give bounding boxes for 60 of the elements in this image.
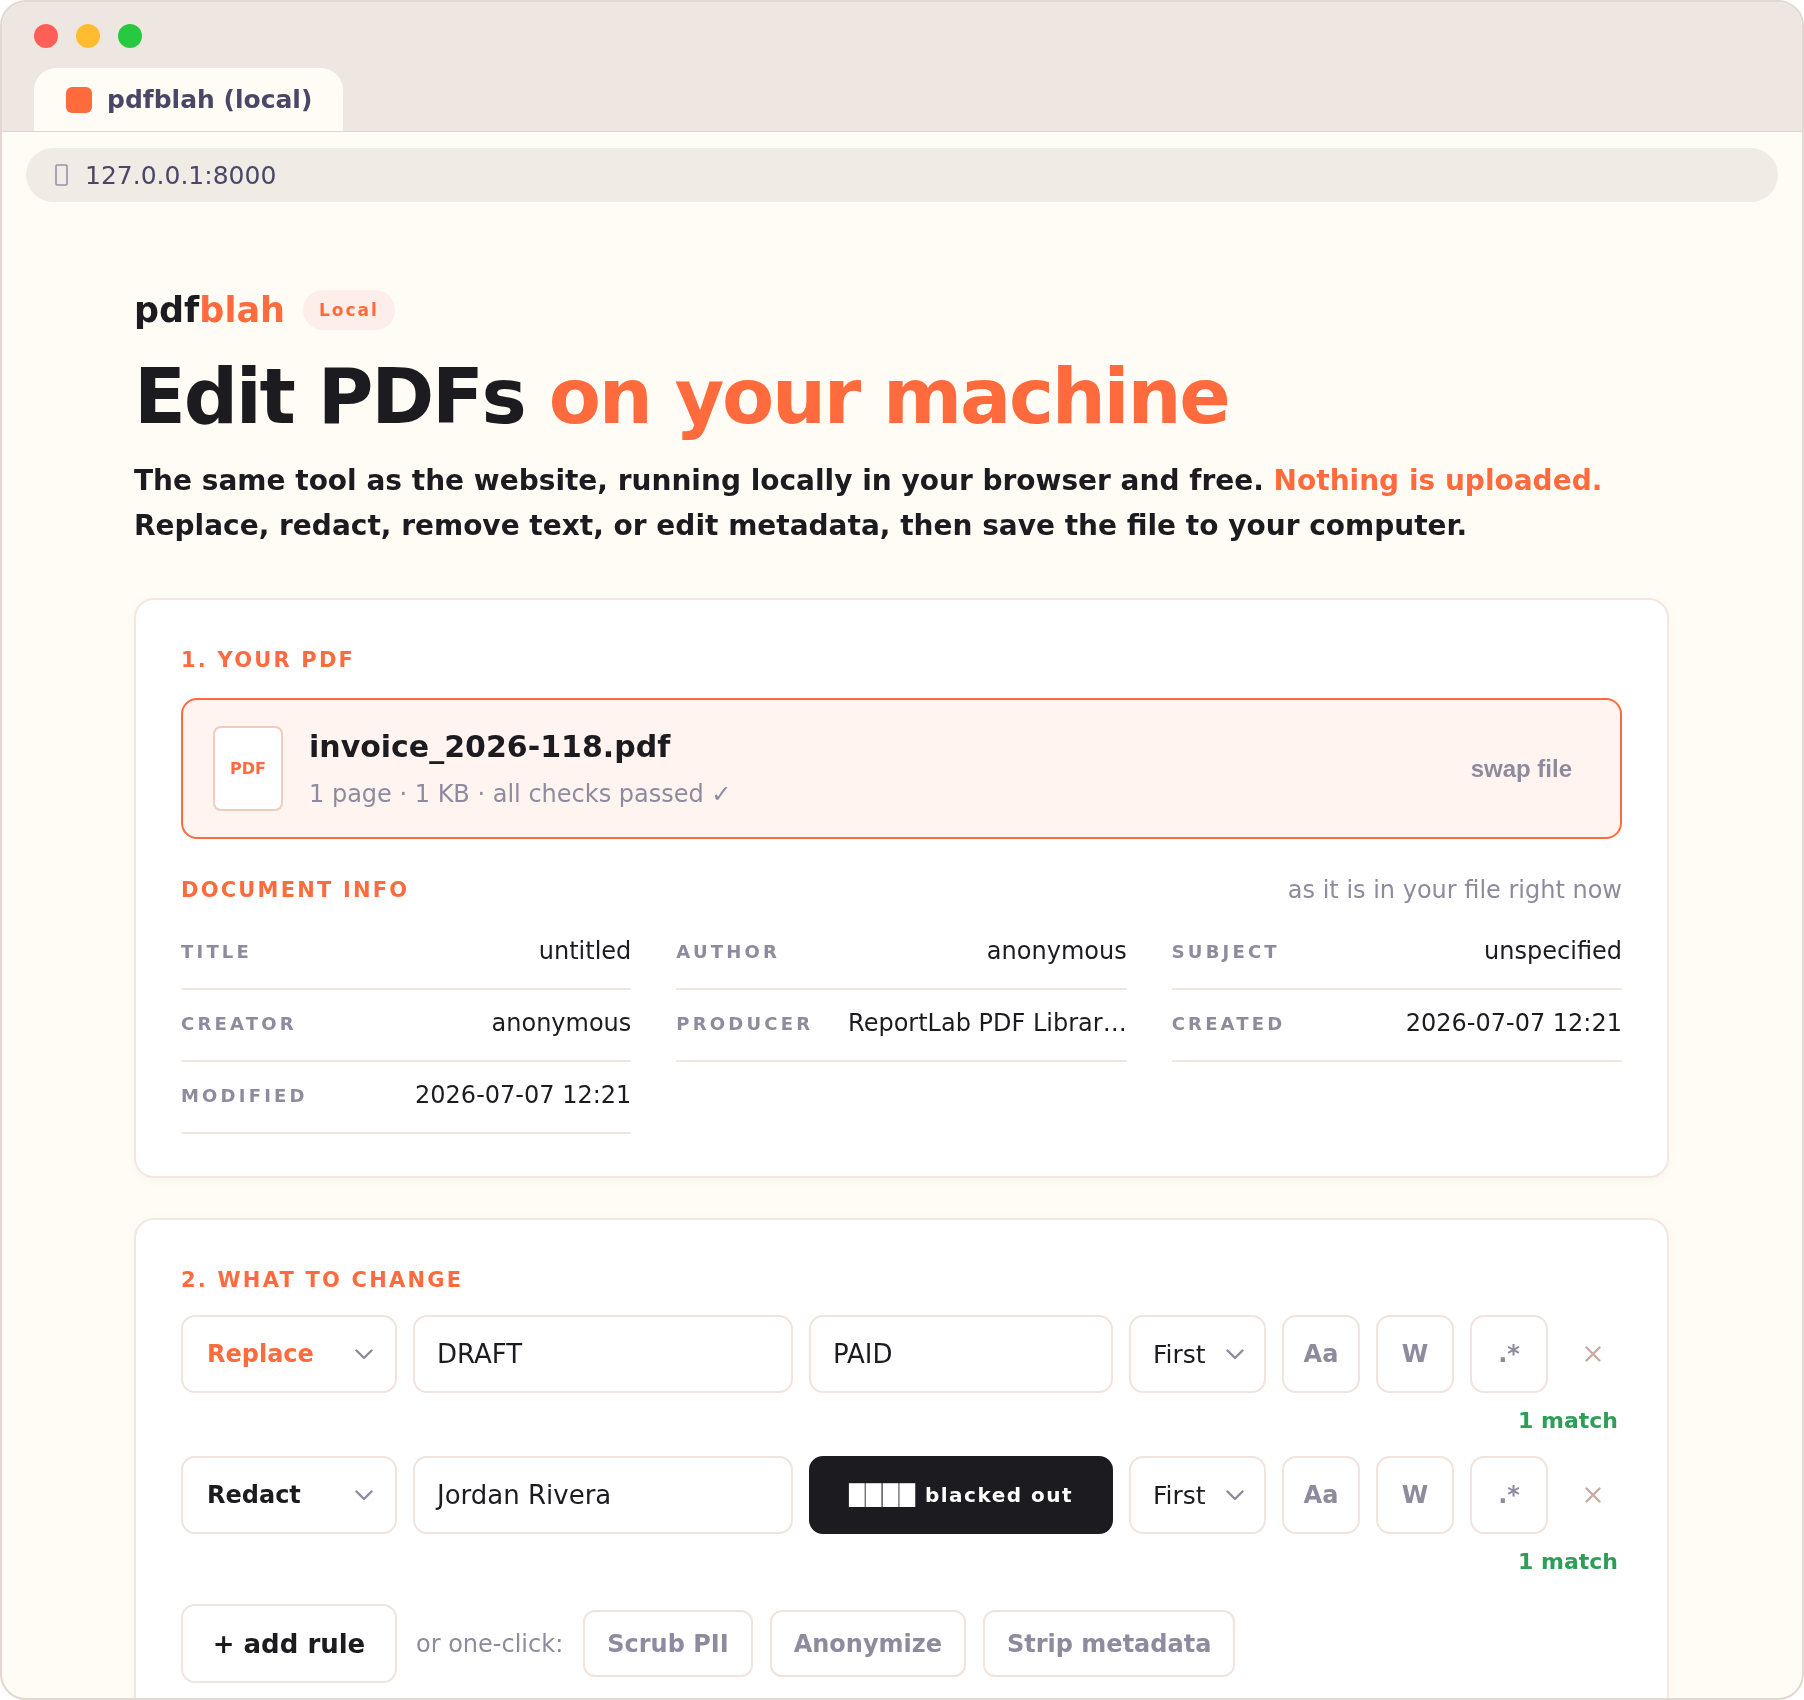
option-toggle[interactable]: W xyxy=(1376,1456,1454,1534)
section-heading: 2. WHAT TO CHANGE xyxy=(181,1267,465,1293)
section-heading: 1. YOUR PDF xyxy=(181,647,357,673)
window-zoom-button[interactable] xyxy=(118,24,142,48)
file-name: invoice_2026-118.pdf xyxy=(309,728,672,765)
find-field[interactable]: DRAFT xyxy=(413,1315,793,1393)
rectangle-icon xyxy=(55,164,68,186)
add-rule-button[interactable]: + add rule xyxy=(181,1604,397,1683)
one-click-label: or one-click: xyxy=(416,1629,564,1658)
metadata-label: AUTHOR xyxy=(676,940,781,962)
intro-paragraph: The same tool as the website, running locally in your browser and free. Nothing is uploaded. Replace, redact, remove text, or edit metadata, then save the file to your computer. xyxy=(134,463,1604,544)
action-select[interactable]: Redact xyxy=(181,1456,397,1534)
address-field[interactable]: 127.0.0.1:8000 xyxy=(26,148,1778,202)
match-count: 1 match xyxy=(1518,1549,1618,1575)
metadata-value: anonymous xyxy=(986,936,1127,966)
document-info-note: as it is in your file right now xyxy=(1287,876,1622,904)
metadata-label: CREATED xyxy=(1171,1012,1286,1034)
local-badge: Local xyxy=(302,290,395,330)
find-field[interactable]: Jordan Rivera xyxy=(413,1456,793,1534)
metadata-value: unspecified xyxy=(1484,936,1622,966)
metadata-label: SUBJECT xyxy=(1171,940,1280,962)
metadata-value: ReportLab PDF Librar… xyxy=(848,1008,1127,1038)
scope-select[interactable]: First xyxy=(1129,1456,1266,1534)
metadata-label: MODIFIED xyxy=(181,1084,308,1106)
option-toggle[interactable]: .* xyxy=(1470,1456,1548,1534)
section-heading: DOCUMENT INFO xyxy=(181,877,410,903)
metadata-label: CREATOR xyxy=(181,1012,297,1034)
replace-field[interactable]: PAID xyxy=(809,1315,1113,1393)
preset-button[interactable]: Anonymize xyxy=(769,1610,966,1677)
preset-button[interactable]: Scrub PII xyxy=(583,1610,753,1677)
match-count: 1 match xyxy=(1518,1408,1618,1434)
chevron-down-icon xyxy=(355,1489,373,1501)
chevron-down-icon xyxy=(355,1348,373,1360)
browser-tab[interactable]: pdfblah (local) xyxy=(34,68,343,131)
logo-wordmark: pdfblah xyxy=(134,290,285,330)
chevron-down-icon xyxy=(1226,1348,1244,1360)
page-headline: Edit PDFs on your machine xyxy=(134,352,1230,442)
window-close-button[interactable] xyxy=(34,24,58,48)
preset-button[interactable]: Strip metadata xyxy=(983,1610,1236,1677)
metadata-label: TITLE xyxy=(181,940,253,962)
window-minimize-button[interactable] xyxy=(76,24,100,48)
metadata-value: 2026-07-07 12:21 xyxy=(415,1080,632,1110)
scope-select[interactable]: First xyxy=(1129,1315,1266,1393)
action-select[interactable]: Replace xyxy=(181,1315,397,1393)
option-toggle[interactable]: Aa xyxy=(1282,1456,1360,1534)
file-type-tile: PDF xyxy=(213,726,283,811)
option-toggle[interactable]: .* xyxy=(1470,1315,1548,1393)
option-toggle[interactable]: W xyxy=(1376,1315,1454,1393)
metadata-label: PRODUCER xyxy=(676,1012,814,1034)
close-icon[interactable] xyxy=(1585,1487,1601,1503)
redaction-field: ████ blacked out xyxy=(809,1456,1113,1534)
metadata-value: anonymous xyxy=(491,1008,632,1038)
favicon-icon xyxy=(66,86,92,113)
metadata-value: 2026-07-07 12:21 xyxy=(1405,1008,1622,1038)
option-toggle[interactable]: Aa xyxy=(1282,1315,1360,1393)
close-icon[interactable] xyxy=(1585,1346,1601,1362)
file-details: 1 page · 1 KB · all checks passed ✓ xyxy=(309,778,733,809)
metadata-value: untitled xyxy=(538,936,632,966)
swap-file-button[interactable]: swap file xyxy=(1470,754,1572,783)
chevron-down-icon xyxy=(1226,1489,1244,1501)
